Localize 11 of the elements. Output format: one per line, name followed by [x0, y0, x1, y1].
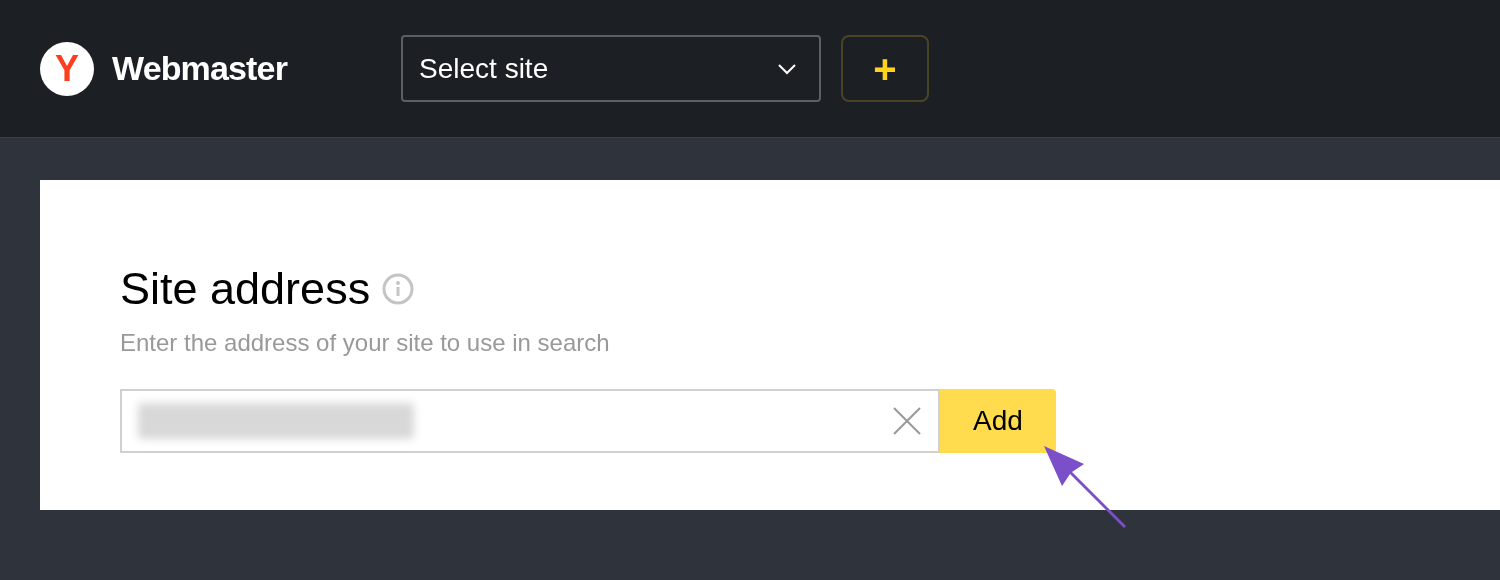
- app-name: Webmaster: [112, 48, 288, 89]
- section-title: Site address: [120, 266, 371, 311]
- site-select[interactable]: Select site: [401, 35, 822, 102]
- info-icon[interactable]: [382, 272, 415, 305]
- section-subtitle: Enter the address of your site to use in search: [120, 328, 611, 358]
- clear-icon[interactable]: [892, 406, 922, 436]
- add-site-button[interactable]: +: [841, 35, 930, 102]
- add-button[interactable]: Add: [940, 389, 1056, 453]
- logo-icon: Y: [40, 41, 94, 96]
- chevron-down-icon: [777, 62, 798, 75]
- address-field[interactable]: [120, 389, 940, 453]
